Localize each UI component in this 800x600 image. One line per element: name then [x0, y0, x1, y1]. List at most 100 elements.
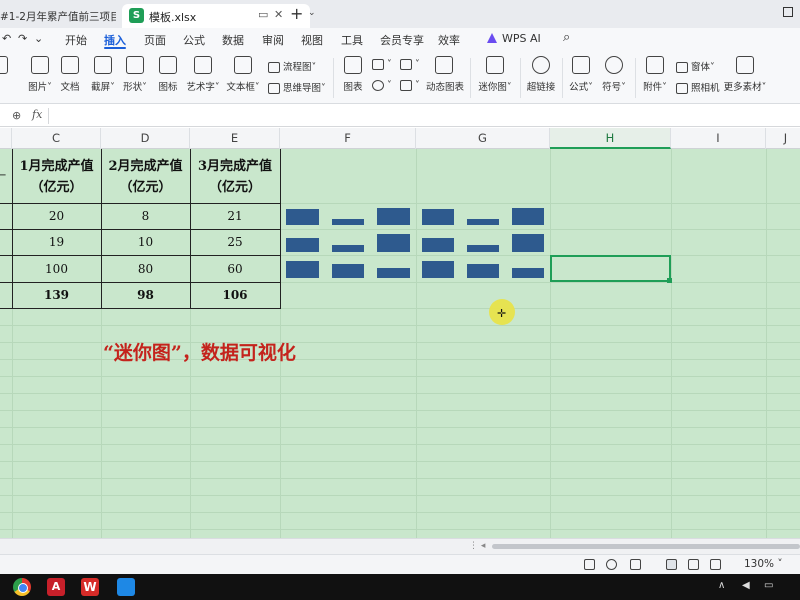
zoom-magnifier-icon[interactable]: ⊕: [12, 109, 21, 122]
move-icon[interactable]: [630, 559, 641, 570]
page-layout-icon[interactable]: [688, 559, 699, 570]
column-header-h[interactable]: H: [550, 128, 671, 149]
menu-formula[interactable]: 公式: [183, 32, 205, 48]
tab-inactive-document[interactable]: #1-2月年累产值前三项目、三: [0, 4, 116, 28]
sparkline-group-g[interactable]: [416, 203, 550, 282]
formula-insert-button[interactable]: 公式˅: [568, 56, 594, 93]
close-tab-icon[interactable]: ✕: [274, 8, 283, 21]
chrome-icon[interactable]: [13, 578, 31, 596]
scroll-left-icon[interactable]: ⋮ ◂: [469, 541, 485, 551]
selected-cell-h[interactable]: [550, 255, 671, 282]
menu-page[interactable]: 页面: [144, 32, 166, 48]
monitor-icon[interactable]: ▭: [258, 8, 268, 21]
area-chart-icon: [400, 80, 412, 91]
title-tab-bar: #1-2月年累产值前三项目、三 S 模板.xlsx ▭ ✕ + ⌄: [0, 0, 800, 28]
search-icon[interactable]: ⌕: [563, 30, 570, 45]
header-cell-mar[interactable]: 3月完成产值 （亿元）: [190, 156, 280, 198]
tray-expand-icon[interactable]: ∧: [718, 580, 725, 591]
quick-access-chevron-icon[interactable]: ⌄: [34, 32, 43, 45]
camera-button[interactable]: 照相机: [676, 80, 720, 94]
column-header-cut[interactable]: [0, 128, 12, 149]
menu-efficiency[interactable]: 效率: [438, 32, 460, 48]
more-materials-button[interactable]: 更多素材˅: [722, 56, 768, 93]
menu-tools[interactable]: 工具: [341, 32, 363, 48]
undo-icon[interactable]: ↶: [2, 32, 11, 45]
speaker-icon[interactable]: ◀: [742, 580, 750, 591]
sheet-view-icon[interactable]: [584, 559, 595, 570]
redo-icon[interactable]: ↷: [18, 32, 27, 45]
dynamic-chart-button[interactable]: 动态图表: [426, 56, 464, 93]
pie-chart-dropdown[interactable]: ˅: [372, 80, 392, 91]
flowchart-button[interactable]: 流程图˅: [268, 59, 316, 73]
total-cell[interactable]: 106: [190, 288, 280, 302]
line-chart-dropdown[interactable]: ˅: [400, 59, 420, 70]
tab-active-document[interactable]: S 模板.xlsx ▭ ✕: [122, 4, 310, 28]
table-cell[interactable]: 20: [12, 209, 101, 223]
table-cell[interactable]: 21: [190, 209, 280, 223]
table-cell[interactable]: 19: [12, 235, 101, 249]
menu-insert[interactable]: 插入: [104, 32, 126, 48]
tab-list-chevron-icon[interactable]: ⌄: [308, 8, 316, 18]
table-cell[interactable]: 60: [190, 262, 280, 276]
paperclip-icon: [646, 56, 664, 74]
acrobat-icon[interactable]: A: [47, 578, 65, 596]
menu-member[interactable]: 会员专享: [380, 32, 424, 48]
fill-handle[interactable]: [667, 278, 672, 283]
ribbon-cut-off-button[interactable]: [0, 56, 12, 74]
total-cell[interactable]: 139: [12, 288, 101, 302]
horizontal-scrollbar[interactable]: ⋮ ◂: [0, 538, 800, 554]
menu-view[interactable]: 视图: [301, 32, 323, 48]
column-header-j[interactable]: J: [766, 128, 800, 149]
formula-input[interactable]: [52, 107, 792, 124]
column-header-i[interactable]: I: [671, 128, 766, 149]
menu-wps-ai[interactable]: WPS AI: [502, 32, 541, 45]
header-cell-feb[interactable]: 2月完成产值 （亿元）: [101, 156, 190, 198]
table-cell[interactable]: 8: [101, 209, 190, 223]
form-button[interactable]: 窗体˅: [676, 59, 715, 73]
symbol-button[interactable]: 符号˅: [601, 56, 627, 93]
textbox-button[interactable]: 文本框˅: [226, 56, 260, 93]
table-cell[interactable]: 100: [12, 262, 101, 276]
normal-view-icon[interactable]: [666, 559, 677, 570]
wordart-button[interactable]: 艺术字˅: [186, 56, 220, 93]
window-restore-icon[interactable]: [783, 7, 793, 17]
document-button[interactable]: 文档: [58, 56, 82, 93]
total-cell[interactable]: 98: [101, 288, 190, 302]
display-icon[interactable]: ▭: [764, 580, 773, 591]
column-header-c[interactable]: C: [12, 128, 101, 149]
app-icon[interactable]: [117, 578, 135, 596]
scroll-thumb[interactable]: [492, 544, 800, 549]
column-header-e[interactable]: E: [190, 128, 280, 149]
menu-review[interactable]: 审阅: [262, 32, 284, 48]
worksheet-grid[interactable]: 一 1月完成产值 （亿元） 2月完成产值 （亿元） 3月完成产值 （亿元） 20…: [0, 149, 800, 538]
area-chart-dropdown[interactable]: ˅: [400, 80, 420, 91]
column-header-d[interactable]: D: [101, 128, 190, 149]
hyperlink-button[interactable]: 超链接: [526, 56, 556, 93]
attachment-button[interactable]: 附件˅: [641, 56, 669, 93]
new-tab-button[interactable]: +: [290, 4, 303, 23]
table-cell[interactable]: 10: [101, 235, 190, 249]
sparkline-button[interactable]: 迷你图˅: [478, 56, 512, 93]
bar-chart-dropdown[interactable]: ˅: [372, 59, 392, 70]
table-cell[interactable]: 25: [190, 235, 280, 249]
eye-protection-icon[interactable]: [606, 559, 617, 570]
sparkline-group-f[interactable]: [280, 203, 416, 282]
shape-button[interactable]: 形状˅: [122, 56, 148, 93]
page-break-icon[interactable]: [710, 559, 721, 570]
screenshot-button[interactable]: 截屏˅: [90, 56, 116, 93]
icon-button[interactable]: 图标: [156, 56, 180, 93]
header-cell-jan[interactable]: 1月完成产值 （亿元）: [12, 156, 101, 198]
menu-home[interactable]: 开始: [65, 32, 87, 48]
picture-button[interactable]: 图片˅: [28, 56, 52, 93]
column-header-g[interactable]: G: [416, 128, 550, 149]
zoom-level[interactable]: 130% ˅: [744, 558, 783, 570]
mindmap-button[interactable]: 思维导图˅: [268, 80, 326, 94]
fx-icon[interactable]: fx: [32, 108, 42, 121]
chart-button[interactable]: 图表: [342, 56, 364, 93]
table-cell[interactable]: 80: [101, 262, 190, 276]
column-header-f[interactable]: F: [280, 128, 416, 149]
wps-icon[interactable]: W: [81, 578, 99, 596]
sparkline-bar: [286, 208, 319, 226]
menu-data[interactable]: 数据: [222, 32, 244, 48]
ribbon-divider: [333, 58, 334, 98]
